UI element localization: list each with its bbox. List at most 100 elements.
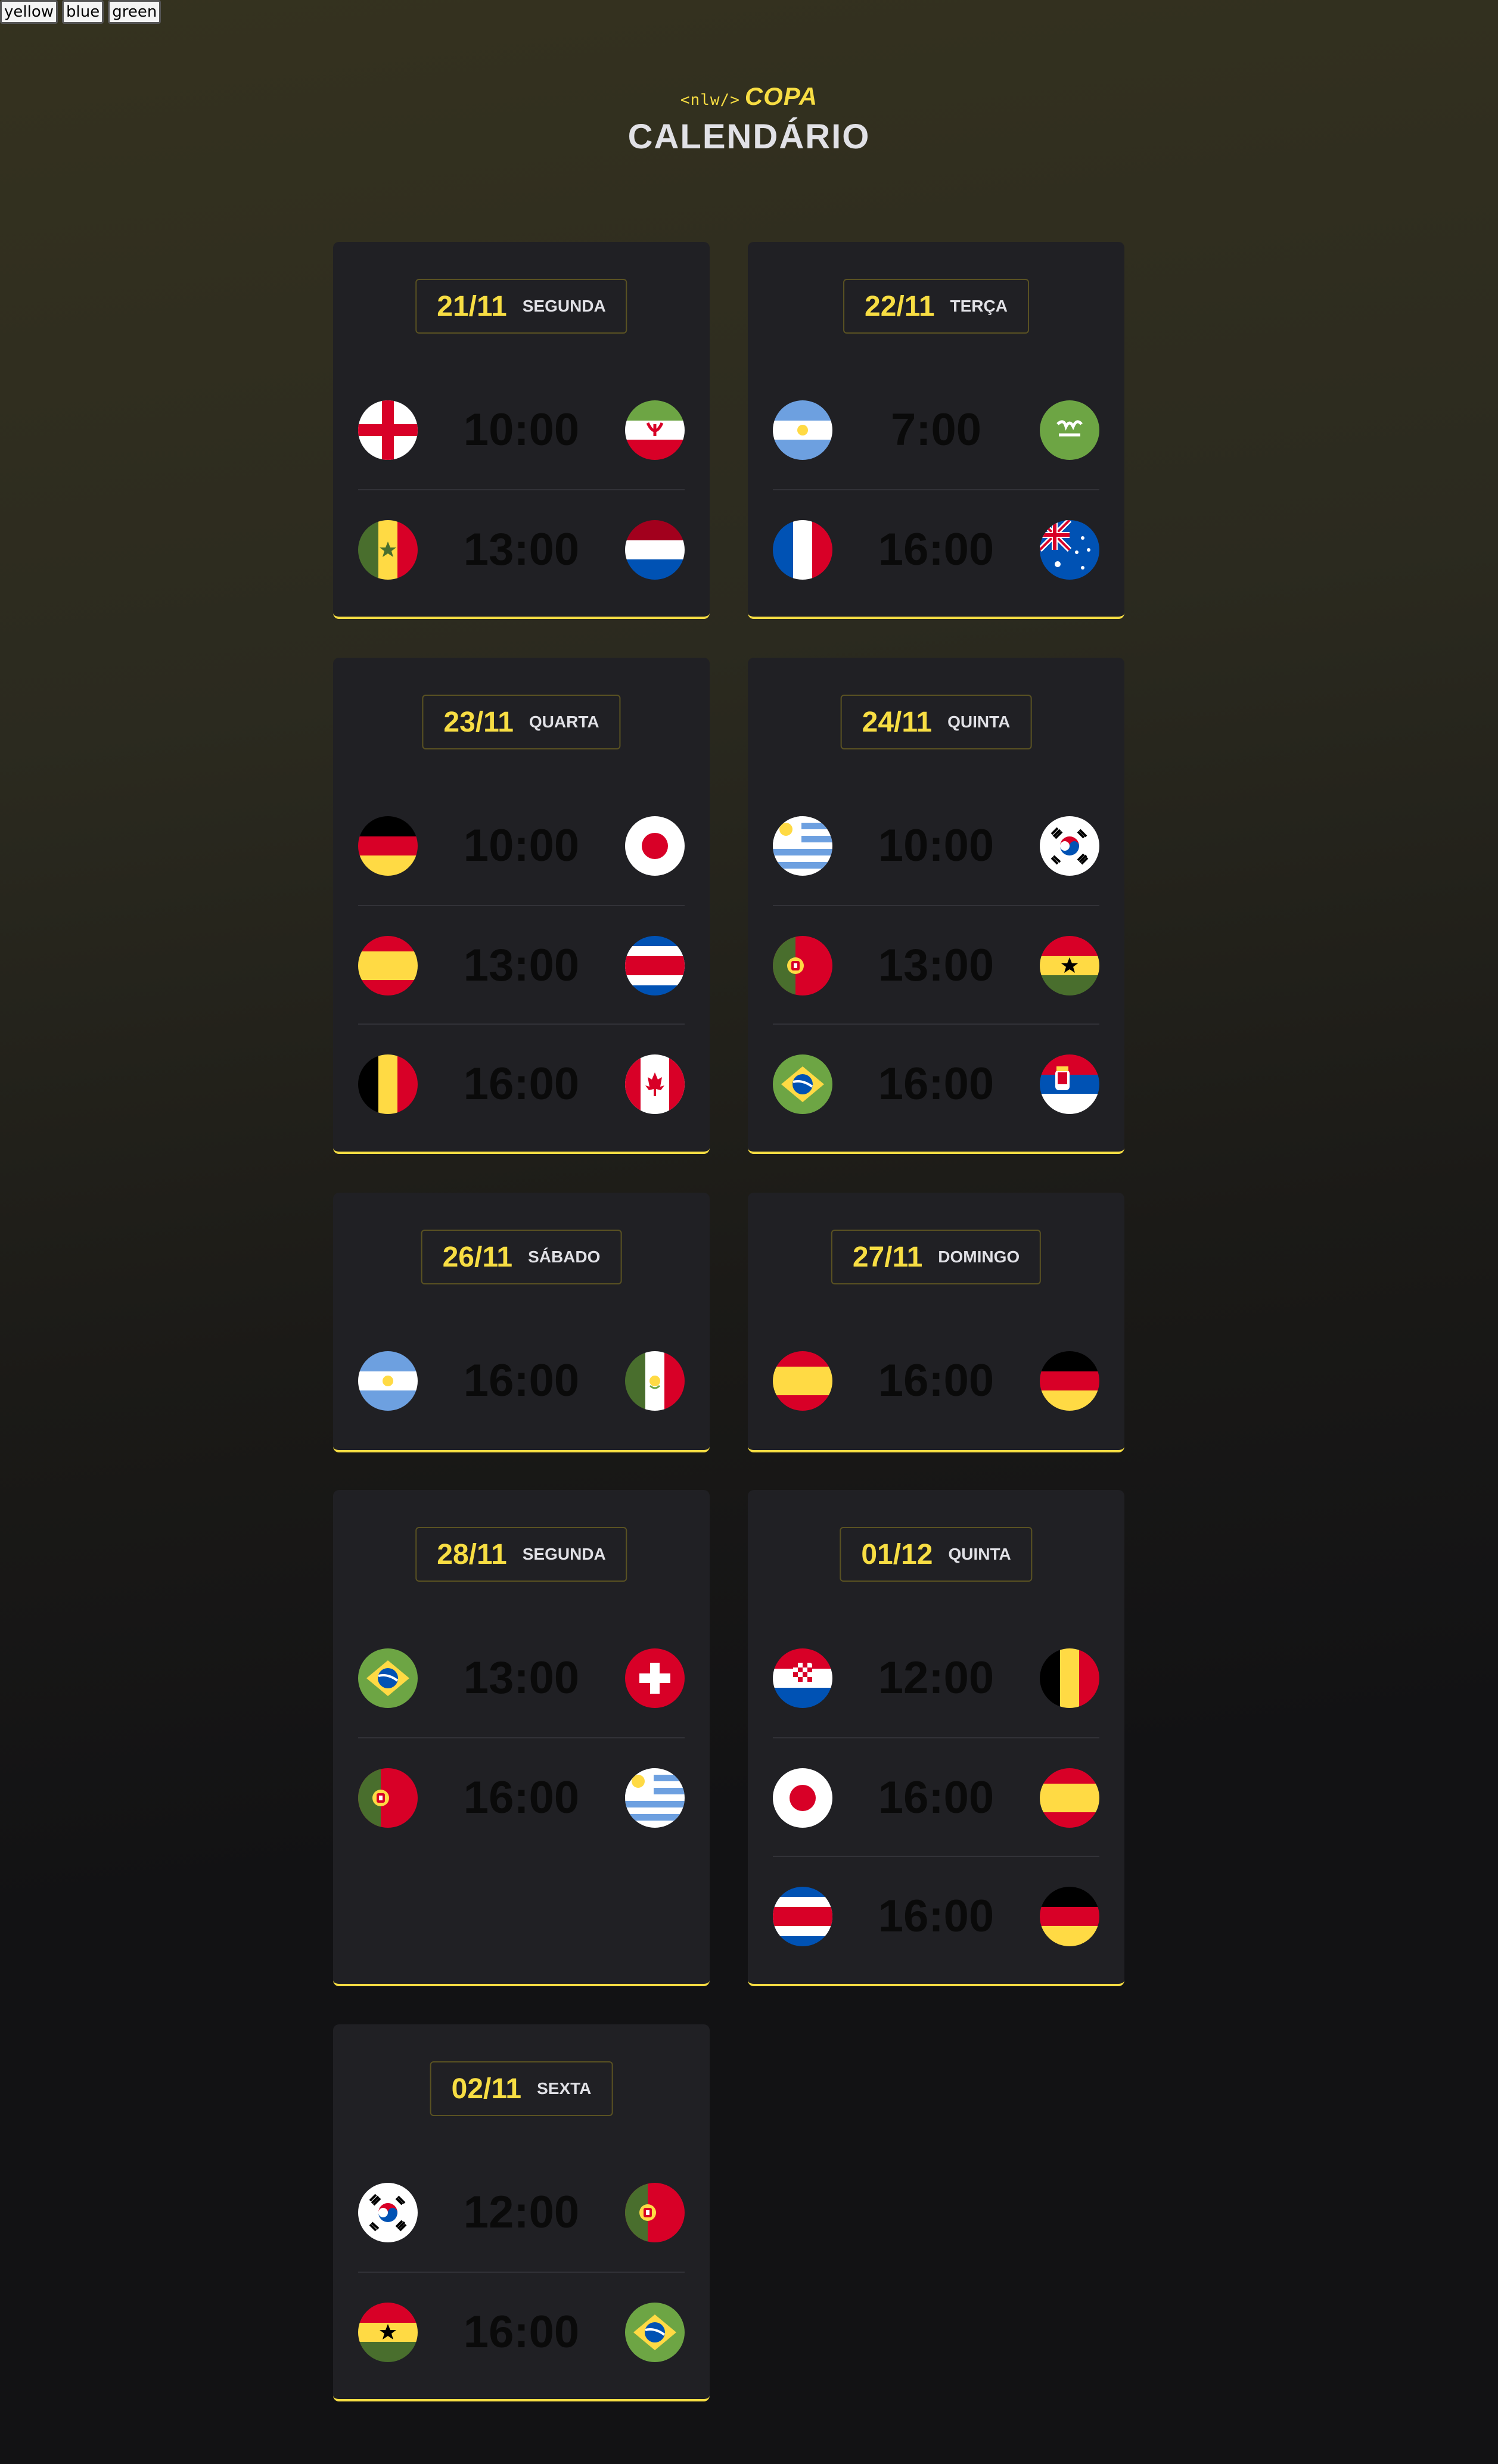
match-row: 10:00: [358, 371, 685, 489]
date-badge: 21/11 SEGUNDA: [415, 279, 627, 334]
logo-code: <nlw/>: [680, 91, 740, 109]
match-row: 12:00: [773, 1619, 1099, 1737]
brazil-flag-icon: [358, 1648, 418, 1708]
day-card: 26/11 SÁBADO 16:00: [333, 1193, 710, 1452]
theme-blue-button[interactable]: blue: [62, 0, 104, 24]
day-card: 24/11 QUINTA 10:00 13:00 16:00: [748, 658, 1124, 1154]
match-time: 16:00: [463, 1355, 580, 1406]
match-row: 7:00: [773, 371, 1099, 489]
day-card: 01/12 QUINTA 12:00 16:00 16:00: [748, 1490, 1124, 1986]
match-time: 16:00: [878, 1891, 994, 1942]
croatia-flag-icon: [773, 1648, 832, 1708]
page-title: CALENDÁRIO: [627, 117, 871, 156]
germany-flag-icon: [358, 816, 418, 876]
match-time: 16:00: [878, 1772, 994, 1823]
match-row: 10:00: [773, 786, 1099, 905]
page-header: <nlw/> COPA CALENDÁRIO: [0, 82, 1498, 157]
match-row: 13:00: [358, 905, 685, 1025]
match-time: 13:00: [878, 940, 994, 991]
match-row: 16:00: [773, 1856, 1099, 1975]
match-row: 16:00: [773, 1321, 1099, 1440]
match-time: 10:00: [878, 820, 994, 871]
day-card: 27/11 DOMINGO 16:00: [748, 1193, 1124, 1452]
match-row: 16:00: [358, 1321, 685, 1440]
match-time: 16:00: [878, 1355, 994, 1406]
day-card: 02/11 SEXTA 12:00 16:00: [333, 2024, 710, 2401]
match-weekday: DOMINGO: [938, 1247, 1020, 1266]
ghana-flag-icon: [358, 2302, 418, 2362]
match-row: 12:00: [358, 2153, 685, 2272]
match-date: 28/11: [437, 1538, 507, 1570]
match-weekday: QUINTA: [947, 713, 1011, 731]
day-card: 28/11 SEGUNDA 13:00 16:00: [333, 1490, 710, 1986]
date-badge: 26/11 SÁBADO: [421, 1230, 622, 1284]
match-time: 12:00: [878, 1653, 994, 1703]
theme-green-button[interactable]: green: [108, 0, 161, 24]
match-date: 27/11: [852, 1241, 923, 1273]
costa-rica-flag-icon: [624, 935, 685, 995]
south-korea-flag-icon: [1039, 816, 1099, 876]
theme-yellow-button[interactable]: yellow: [0, 0, 58, 24]
japan-flag-icon: [773, 1768, 832, 1828]
match-row: 13:00: [773, 905, 1099, 1025]
match-time: 12:00: [463, 2187, 580, 2238]
date-badge: 23/11 QUARTA: [422, 695, 621, 749]
germany-flag-icon: [1039, 1351, 1099, 1411]
mexico-flag-icon: [624, 1351, 685, 1411]
date-badge: 01/12 QUINTA: [840, 1527, 1033, 1582]
costa-rica-flag-icon: [773, 1886, 832, 1946]
switzerland-flag-icon: [624, 1648, 685, 1708]
match-time: 16:00: [878, 1059, 994, 1109]
match-time: 13:00: [463, 524, 580, 575]
match-time: 10:00: [463, 820, 580, 871]
match-time: 7:00: [890, 405, 982, 455]
portugal-flag-icon: [358, 1768, 418, 1828]
spain-flag-icon: [1039, 1768, 1099, 1828]
match-weekday: TERÇA: [950, 297, 1008, 315]
brazil-flag-icon: [773, 1054, 832, 1114]
match-weekday: SEGUNDA: [522, 1545, 606, 1563]
canada-flag-icon: [624, 1054, 685, 1114]
match-date: 24/11: [862, 706, 933, 738]
spain-flag-icon: [358, 935, 418, 995]
japan-flag-icon: [624, 816, 685, 876]
uruguay-flag-icon: [773, 816, 832, 876]
match-date: 02/11: [451, 2073, 522, 2105]
match-date: 22/11: [865, 290, 935, 322]
date-badge: 22/11 TERÇA: [843, 279, 1029, 334]
date-badge: 24/11 QUINTA: [840, 695, 1032, 749]
match-row: 16:00: [773, 1737, 1099, 1857]
match-row: 16:00: [358, 1023, 685, 1143]
uruguay-flag-icon: [624, 1768, 685, 1828]
belgium-flag-icon: [358, 1054, 418, 1114]
match-time: 13:00: [463, 940, 580, 991]
match-row: 16:00: [358, 2272, 685, 2391]
match-weekday: SÁBADO: [528, 1247, 601, 1266]
iran-flag-icon: [624, 400, 685, 460]
australia-flag-icon: [1039, 519, 1099, 580]
date-badge: 27/11 DOMINGO: [831, 1230, 1042, 1284]
match-weekday: QUINTA: [948, 1545, 1011, 1563]
portugal-flag-icon: [624, 2182, 685, 2242]
match-date: 26/11: [442, 1241, 513, 1273]
portugal-flag-icon: [773, 935, 832, 995]
match-time: 16:00: [878, 524, 994, 575]
match-weekday: QUARTA: [529, 713, 599, 731]
logo-word: COPA: [744, 82, 818, 110]
match-time: 13:00: [463, 1653, 580, 1703]
argentina-flag-icon: [773, 400, 832, 460]
argentina-flag-icon: [358, 1351, 418, 1411]
spain-flag-icon: [773, 1351, 832, 1411]
match-date: 21/11: [437, 290, 507, 322]
match-weekday: SEGUNDA: [522, 297, 606, 315]
match-weekday: SEXTA: [537, 2079, 592, 2098]
senegal-flag-icon: [358, 519, 418, 580]
match-row: 16:00: [358, 1737, 685, 1857]
brazil-flag-icon: [624, 2302, 685, 2362]
day-card: 21/11 SEGUNDA 10:00 13:00: [333, 242, 710, 619]
day-card: 22/11 TERÇA 7:00 16:00: [748, 242, 1124, 619]
match-row: 13:00: [358, 1619, 685, 1737]
netherlands-flag-icon: [624, 519, 685, 580]
match-time: 10:00: [463, 405, 580, 455]
match-date: 01/12: [861, 1538, 933, 1570]
